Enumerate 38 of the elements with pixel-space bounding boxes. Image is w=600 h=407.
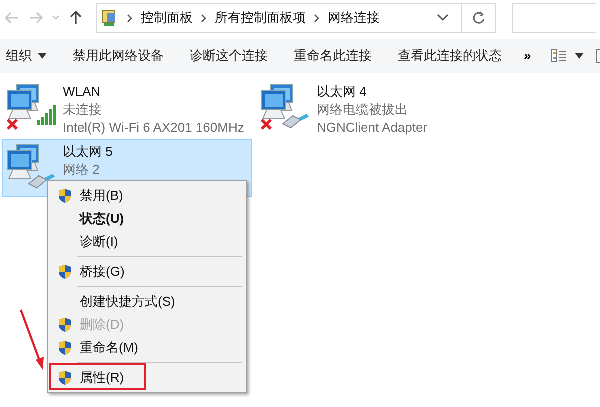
chevron-right-icon bbox=[127, 14, 133, 22]
menu-item[interactable]: 诊断(I) bbox=[48, 230, 246, 253]
toolbar-button[interactable]: 禁用此网络设备 bbox=[73, 46, 164, 66]
up-icon[interactable] bbox=[68, 10, 84, 26]
menu-item[interactable]: 创建快捷方式(S) bbox=[48, 290, 246, 313]
menu-item[interactable]: 属性(R) bbox=[48, 366, 246, 389]
panel-toggle-icon[interactable] bbox=[596, 49, 600, 63]
refresh-icon bbox=[472, 11, 486, 25]
connection-name: 以太网 4 bbox=[317, 83, 368, 101]
breadcrumb[interactable]: 控制面板 bbox=[141, 8, 193, 28]
menu-item[interactable]: 桥接(G) bbox=[48, 260, 246, 283]
connection-status: 网络 2 bbox=[63, 161, 101, 179]
connection-name: WLAN bbox=[63, 83, 102, 101]
dropdown-arrow-icon bbox=[38, 53, 47, 59]
toolbar-button[interactable]: 重命名此连接 bbox=[294, 46, 372, 66]
chevron-right-icon bbox=[314, 14, 320, 22]
search-field[interactable] bbox=[512, 3, 596, 33]
view-options-icon[interactable] bbox=[551, 48, 568, 64]
connection-name: 以太网 5 bbox=[63, 143, 113, 161]
connection-status: 未连接 bbox=[63, 101, 103, 119]
dropdown-arrow-icon[interactable] bbox=[575, 53, 584, 59]
adapter-name: Intel(R) Wi-Fi 6 AX201 160MHz bbox=[63, 119, 244, 137]
breadcrumb[interactable]: 网络连接 bbox=[328, 8, 380, 28]
connection-item[interactable]: 以太网 4 网络电缆被拔出 NGNClient Adapter bbox=[256, 79, 506, 137]
chevron-down-icon[interactable] bbox=[437, 14, 449, 22]
arrow-icon bbox=[19, 308, 47, 372]
chevron-right-icon bbox=[201, 14, 207, 22]
toolbar-button[interactable]: 诊断这个连接 bbox=[190, 46, 268, 66]
menu-item[interactable]: 状态(U) bbox=[48, 207, 246, 230]
toolbar-button[interactable]: 查看此连接的状态 bbox=[398, 46, 502, 66]
toolbar-button[interactable]: 组织 bbox=[6, 46, 47, 66]
breadcrumb[interactable]: 所有控制面板项 bbox=[215, 8, 306, 28]
address-bar[interactable]: 控制面板 所有控制面板项 网络连接 bbox=[96, 3, 496, 33]
adapter-name: NGNClient Adapter bbox=[317, 119, 428, 137]
connection-status: 网络电缆被拔出 bbox=[317, 101, 409, 119]
overflow-button[interactable]: » bbox=[524, 46, 532, 66]
menu-item[interactable]: 重命名(M) bbox=[48, 336, 246, 359]
connection-item[interactable]: WLAN 未连接 Intel(R) Wi-Fi 6 AX201 160MHz bbox=[2, 79, 252, 137]
